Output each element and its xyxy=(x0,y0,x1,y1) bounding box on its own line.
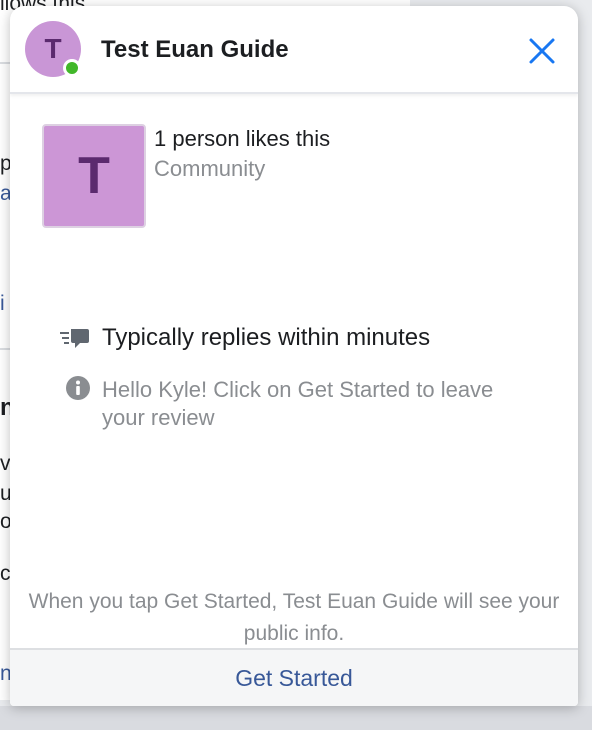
close-icon xyxy=(529,38,555,64)
greeting-message: Hello Kyle! Click on Get Started to leav… xyxy=(102,377,494,430)
online-status-icon xyxy=(63,59,81,77)
privacy-disclaimer: When you tap Get Started, Test Euan Guid… xyxy=(28,590,560,645)
background-link[interactable]: i xyxy=(0,292,5,316)
chat-reply-icon xyxy=(58,326,90,354)
page-category: Community xyxy=(154,156,266,181)
page-profile-picture: T xyxy=(42,124,146,228)
background-text: c xyxy=(0,562,11,585)
widget-header: T Test Euan Guide xyxy=(10,6,578,94)
response-time: Typically replies within minutes xyxy=(102,324,431,351)
background-taskbar xyxy=(0,706,592,730)
get-started-button[interactable]: Get Started xyxy=(10,648,578,706)
info-icon xyxy=(66,376,90,400)
close-button[interactable] xyxy=(525,34,559,68)
page-title: Test Euan Guide xyxy=(101,36,289,63)
likes-count: 1 person likes this xyxy=(154,126,331,151)
messenger-widget: T Test Euan Guide T 1 person likes this … xyxy=(10,6,578,706)
